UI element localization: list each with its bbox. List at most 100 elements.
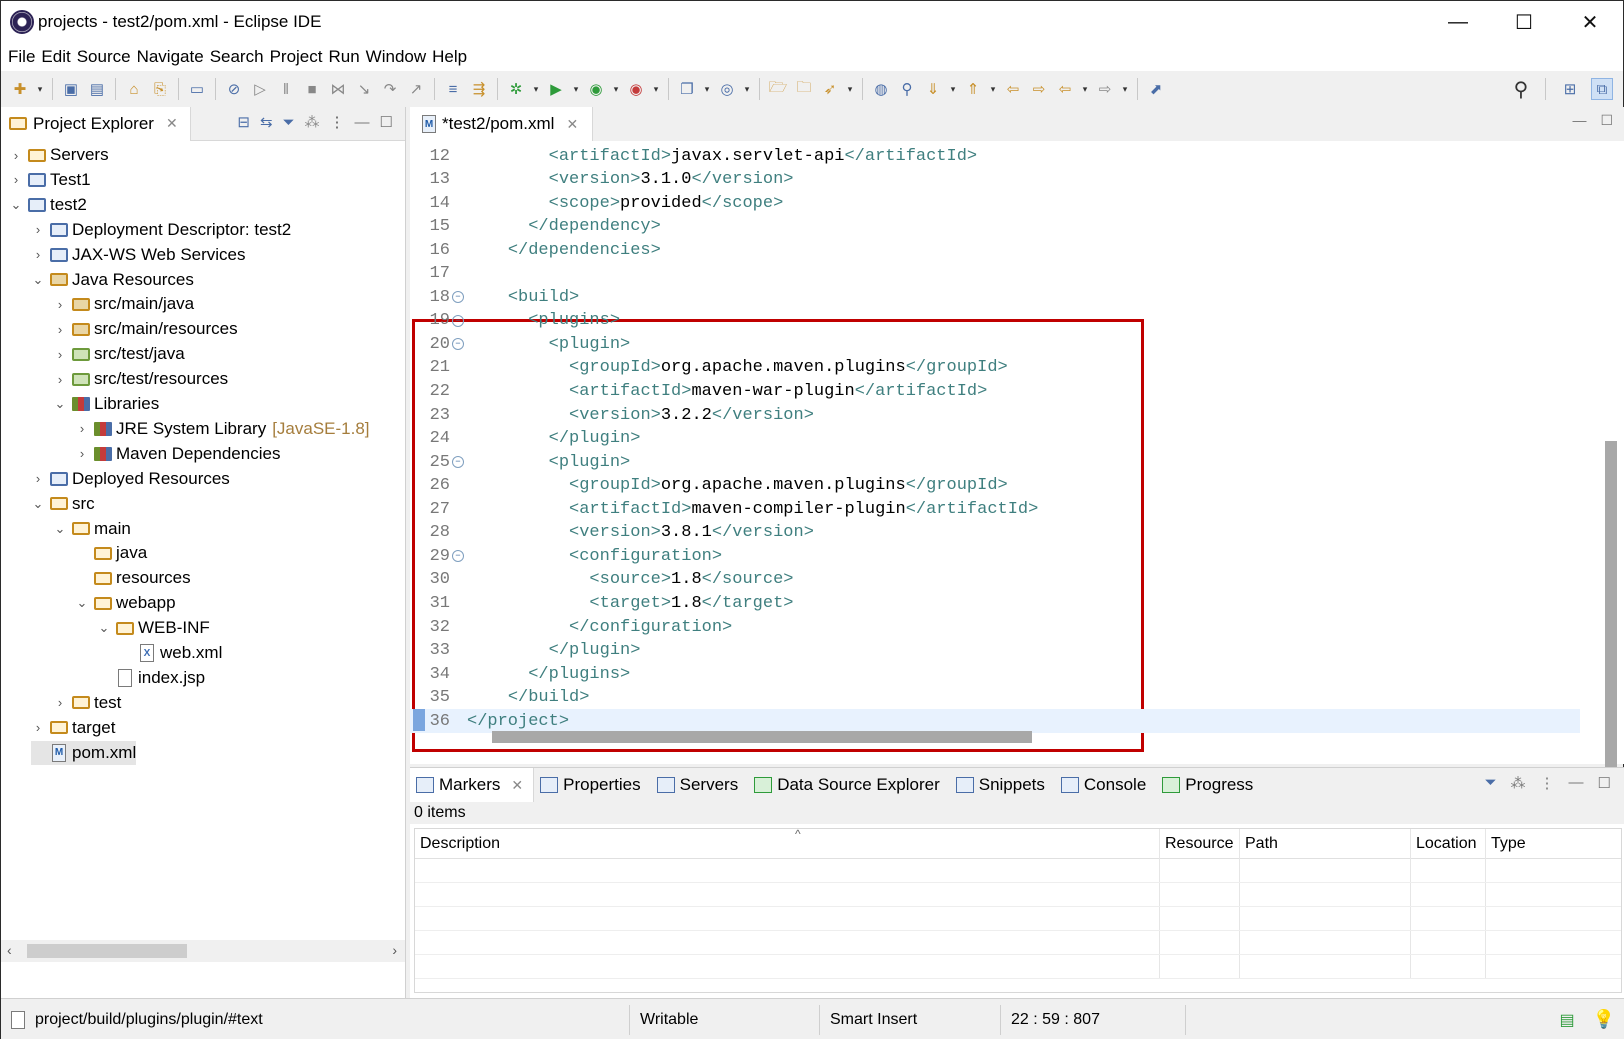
search-icon-toolbar[interactable]: ⚲ (896, 78, 918, 100)
code-line[interactable]: 33 </plugin> (410, 639, 1580, 663)
filter-icon[interactable]: ⏷ (1485, 774, 1497, 792)
column-resource[interactable]: Resource (1160, 829, 1240, 859)
tab-console[interactable]: Console (1055, 768, 1156, 802)
link-with-editor-icon[interactable]: ⇆ (260, 113, 273, 131)
step-over-icon[interactable]: ↷ (379, 78, 401, 100)
fold-collapse-icon[interactable]: − (452, 291, 464, 304)
tree-item[interactable]: Mpom.xml (31, 740, 137, 765)
close-icon[interactable]: ✕ (166, 115, 178, 132)
next-annotation-dropdown-icon[interactable]: ▾ (948, 78, 958, 100)
chevron-down-icon[interactable]: ⌄ (97, 620, 111, 636)
tree-item[interactable]: › Deployment Descriptor: test2 (31, 218, 291, 242)
code-line[interactable]: 13 <version>3.1.0</version> (410, 168, 1580, 192)
view-menu-icon[interactable]: ⋮ (1540, 774, 1555, 792)
new-icon[interactable]: ✚ (9, 78, 31, 100)
tree-item[interactable]: › src/test/java (53, 342, 185, 366)
editor-horizontal-scrollbar[interactable] (410, 729, 1580, 745)
search-icon[interactable]: ⚲ (1510, 78, 1532, 101)
tree-item[interactable]: › Servers (9, 143, 109, 167)
code-line[interactable]: 32 </configuration> (410, 615, 1580, 639)
menu-navigate[interactable]: Navigate (136, 47, 209, 67)
scrollbar-thumb[interactable] (492, 731, 1032, 743)
run-icon[interactable]: ▶ (545, 78, 567, 100)
chevron-right-icon[interactable]: › (75, 421, 89, 436)
code-line[interactable]: 28 <version>3.8.1</version> (410, 521, 1580, 545)
launch-dropdown-icon[interactable]: ▾ (845, 78, 855, 100)
new-java-project-dropdown-icon[interactable]: ▾ (702, 78, 712, 100)
open-file-icon[interactable]: 🗀 (793, 78, 815, 100)
back-icon[interactable]: ⇦ (1054, 78, 1076, 100)
tree-item[interactable]: › src/main/resources (53, 317, 238, 341)
tree-item[interactable]: ⌄ WEB-INF (97, 616, 210, 640)
fold-collapse-icon[interactable]: − (452, 314, 464, 327)
chevron-right-icon[interactable]: › (31, 720, 45, 735)
terminal-icon[interactable]: ▭ (186, 78, 208, 100)
open-folder-icon[interactable]: 🗁 (767, 78, 789, 100)
external-tools-icon[interactable]: ◉ (625, 78, 647, 100)
chevron-down-icon[interactable]: ⌄ (31, 496, 45, 512)
toggle-breadcrumb-icon[interactable]: ⇶ (468, 78, 490, 100)
previous-annotation-dropdown-icon[interactable]: ▾ (988, 78, 998, 100)
maximize-button[interactable]: ☐ (1491, 1, 1557, 43)
pin-editor-icon[interactable]: ⬈ (1145, 78, 1167, 100)
code-line[interactable]: 14 <scope>provided</scope> (410, 191, 1580, 215)
new-class-icon[interactable]: ◎ (716, 78, 738, 100)
tab-data-source-explorer[interactable]: Data Source Explorer (748, 768, 950, 802)
horizontal-scrollbar[interactable]: ‹ › (1, 940, 405, 962)
debug-dropdown-icon[interactable]: ▾ (531, 78, 541, 100)
tree-item[interactable]: ⌄ src (31, 492, 95, 516)
tree-item[interactable]: › src/test/resources (53, 367, 228, 391)
tree-item[interactable]: ⌄ webapp (75, 591, 176, 615)
code-line[interactable]: 25− <plugin> (410, 450, 1580, 474)
menu-search[interactable]: Search (209, 47, 269, 67)
chevron-right-icon[interactable]: › (53, 695, 67, 710)
scroll-right-icon[interactable]: › (392, 942, 397, 958)
tab-progress[interactable]: Progress (1156, 768, 1263, 802)
tab-servers[interactable]: Servers (651, 768, 749, 802)
new-dropdown-icon[interactable]: ▾ (35, 78, 45, 100)
code-line[interactable]: 20− <plugin> (410, 332, 1580, 356)
java-ee-perspective-icon[interactable]: ⧉ (1591, 78, 1613, 100)
code-line[interactable]: 12 <artifactId>javax.servlet-api</artifa… (410, 144, 1580, 168)
menu-file[interactable]: File (7, 47, 40, 67)
filter-icon[interactable]: ⏷ (283, 114, 295, 131)
launch-icon[interactable]: ➶ (819, 78, 841, 100)
tree-item[interactable]: Xweb.xml (119, 641, 222, 665)
last-edit-icon[interactable]: ⇦ (1002, 78, 1024, 100)
focus-icon[interactable]: ⁂ (1511, 774, 1526, 792)
save-all-icon[interactable]: ▤ (86, 78, 108, 100)
tree-item[interactable]: › JRE System Library [JavaSE-1.8] (75, 417, 370, 441)
run-dropdown-icon[interactable]: ▾ (571, 78, 581, 100)
menu-project[interactable]: Project (269, 47, 328, 67)
close-icon[interactable]: ✕ (566, 116, 578, 133)
focus-icon[interactable]: ⁂ (305, 113, 320, 131)
terminate-icon[interactable]: ■ (301, 78, 323, 100)
disconnect-icon[interactable]: ⋈ (327, 78, 349, 100)
resume-icon[interactable]: ▷ (249, 78, 271, 100)
chevron-down-icon[interactable]: ⌄ (53, 396, 67, 412)
vertical-scrollbar[interactable] (1603, 141, 1617, 821)
column-type[interactable]: Type (1486, 829, 1586, 859)
tree-item[interactable]: › target (31, 716, 116, 740)
tree-item[interactable]: ⌄ test2 (9, 193, 87, 217)
code-line[interactable]: 21 <groupId>org.apache.maven.plugins</gr… (410, 356, 1580, 380)
open-perspective-icon[interactable]: ⊞ (1559, 78, 1581, 100)
tab-snippets[interactable]: Snippets (950, 768, 1055, 802)
chevron-right-icon[interactable]: › (75, 446, 89, 461)
minimize-view-icon[interactable]: — (355, 114, 370, 131)
code-line[interactable]: 16 </dependencies> (410, 238, 1580, 262)
code-line[interactable]: 15 </dependency> (410, 215, 1580, 239)
tree-item[interactable]: › test (53, 691, 122, 715)
use-step-filters-icon[interactable]: ≡ (442, 78, 464, 100)
chevron-right-icon[interactable]: › (53, 372, 67, 387)
maximize-view-icon[interactable]: ☐ (1598, 774, 1611, 792)
chevron-right-icon[interactable]: › (53, 347, 67, 362)
tab-markers[interactable]: Markers ✕ (410, 768, 535, 802)
fold-collapse-icon[interactable]: − (452, 456, 464, 469)
suspend-icon[interactable]: ‖ (275, 78, 297, 100)
fold-collapse-icon[interactable]: − (452, 550, 464, 563)
tree-item[interactable]: resources (75, 566, 191, 590)
collapse-all-icon[interactable]: ⊟ (237, 113, 250, 131)
scroll-left-icon[interactable]: ‹ (7, 942, 12, 958)
tree-item[interactable]: › JAX-WS Web Services (31, 243, 246, 267)
